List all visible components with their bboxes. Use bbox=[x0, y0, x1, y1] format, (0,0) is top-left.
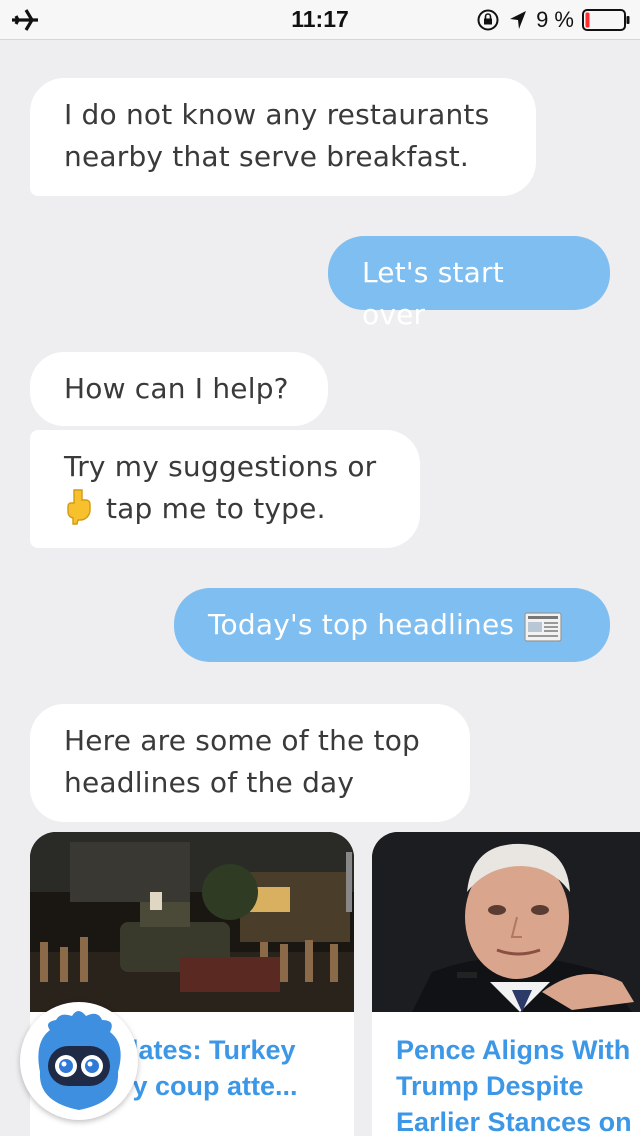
bot-message-text: I do not know any restaurants nearby tha… bbox=[64, 98, 490, 173]
bot-message-text: How can I help? bbox=[64, 372, 289, 405]
user-message-text: Let's start over bbox=[362, 256, 504, 331]
bot-message: How can I help? bbox=[30, 352, 328, 426]
headline-card[interactable]: Pence Aligns With Trump Despite Earlier … bbox=[372, 832, 640, 1136]
headline-card-image bbox=[372, 832, 640, 1012]
headline-card-title[interactable]: Pence Aligns With Trump Despite Earlier … bbox=[396, 1032, 640, 1136]
card-title-line1: dates: Turkey bbox=[122, 1035, 296, 1065]
bot-message: I do not know any restaurants nearby tha… bbox=[30, 78, 536, 196]
status-bar: 11:17 9 % bbox=[0, 0, 640, 40]
bot-message-text-line2: tap me to type. bbox=[106, 492, 326, 525]
battery-icon bbox=[582, 9, 630, 31]
orientation-lock-icon bbox=[477, 9, 499, 31]
bot-avatar-button[interactable] bbox=[20, 1002, 138, 1120]
pointing-down-hand-icon bbox=[67, 489, 91, 525]
newspaper-icon bbox=[524, 612, 562, 642]
bot-message: Try my suggestions or tap me to type. bbox=[30, 430, 420, 548]
headline-card-title[interactable]: dates: Turkey ry coup atte... bbox=[122, 1032, 340, 1104]
user-message: Let's start over bbox=[328, 236, 610, 331]
bot-message: Here are some of the top headlines of th… bbox=[30, 704, 470, 822]
bot-message-text: Here are some of the top headlines of th… bbox=[64, 724, 421, 799]
user-message: Today's top headlines bbox=[174, 588, 610, 662]
location-arrow-icon bbox=[510, 11, 527, 29]
user-message-text: Today's top headlines bbox=[208, 608, 515, 641]
bot-message-text: Try my suggestions or bbox=[64, 450, 377, 483]
headline-card-image bbox=[30, 832, 354, 1012]
card-title-line2: ry coup atte... bbox=[122, 1071, 298, 1101]
bot-avatar-icon bbox=[23, 1005, 135, 1117]
battery-percent: 9 % bbox=[536, 7, 574, 32]
